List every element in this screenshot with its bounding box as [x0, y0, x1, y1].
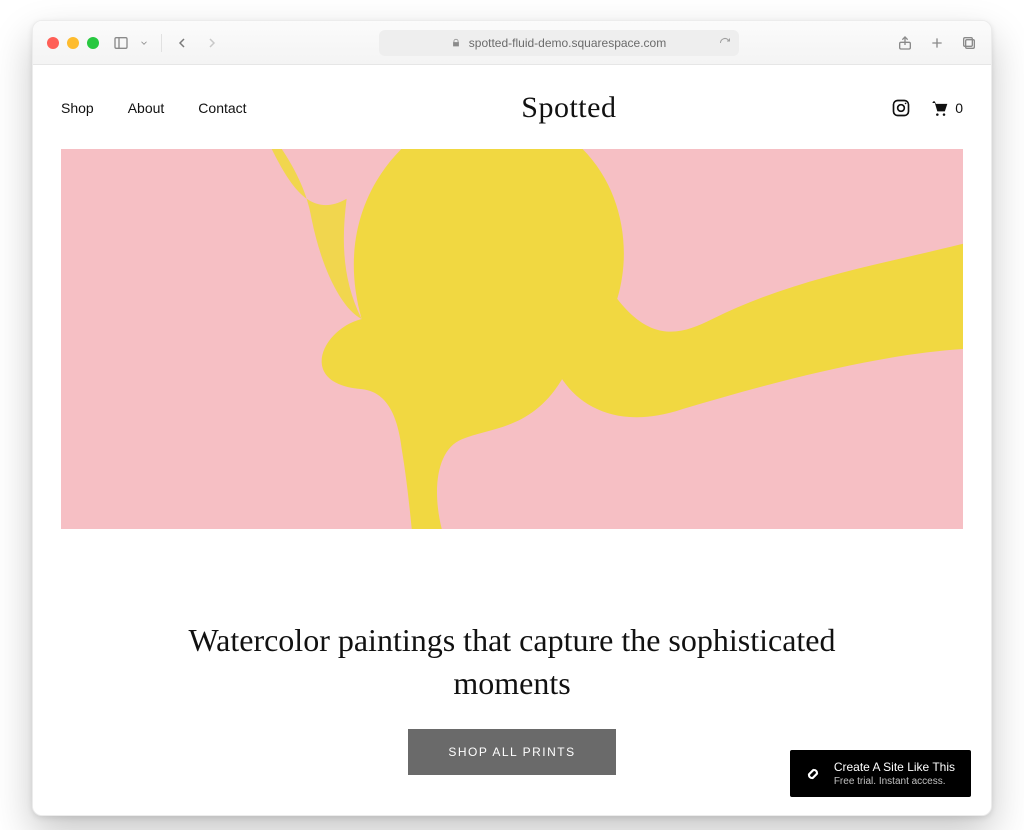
hero-image	[61, 149, 963, 529]
share-icon[interactable]	[897, 35, 913, 51]
toolbar-separator	[161, 34, 162, 52]
hero-artwork	[61, 149, 963, 529]
webpage: Shop About Contact Spotted 0 Watercolor …	[33, 65, 991, 815]
nav-link-shop[interactable]: Shop	[61, 100, 94, 116]
nav-link-about[interactable]: About	[128, 100, 165, 116]
chevron-down-icon[interactable]	[139, 38, 149, 48]
sidebar-icon[interactable]	[113, 35, 129, 51]
site-logo[interactable]: Spotted	[521, 91, 616, 125]
lock-icon	[451, 38, 461, 48]
fullscreen-window-button[interactable]	[87, 37, 99, 49]
site-header: Shop About Contact Spotted 0	[61, 65, 963, 149]
squarespace-logo-icon	[802, 763, 824, 785]
window-controls	[47, 37, 99, 49]
squarespace-promo[interactable]: Create A Site Like This Free trial. Inst…	[790, 750, 971, 797]
primary-nav: Shop About Contact	[61, 100, 247, 116]
shop-all-prints-button[interactable]: SHOP ALL PRINTS	[408, 729, 615, 775]
new-tab-icon[interactable]	[929, 35, 945, 51]
cart-button[interactable]: 0	[929, 98, 963, 118]
tabs-icon[interactable]	[961, 35, 977, 51]
hero-headline: Watercolor paintings that capture the so…	[152, 619, 872, 705]
browser-titlebar: spotted-fluid-demo.squarespace.com	[33, 21, 991, 65]
minimize-window-button[interactable]	[67, 37, 79, 49]
header-actions: 0	[891, 98, 963, 118]
promo-subtitle: Free trial. Instant access.	[834, 776, 955, 787]
address-bar[interactable]: spotted-fluid-demo.squarespace.com	[379, 30, 739, 56]
browser-window: spotted-fluid-demo.squarespace.com Shop …	[32, 20, 992, 816]
close-window-button[interactable]	[47, 37, 59, 49]
cart-count: 0	[955, 100, 963, 116]
back-button[interactable]	[174, 35, 190, 51]
instagram-icon[interactable]	[891, 98, 911, 118]
cart-icon	[929, 98, 949, 118]
promo-title: Create A Site Like This	[834, 760, 955, 774]
reload-icon[interactable]	[719, 37, 731, 49]
nav-link-contact[interactable]: Contact	[198, 100, 246, 116]
address-url: spotted-fluid-demo.squarespace.com	[469, 36, 666, 50]
address-bar-container: spotted-fluid-demo.squarespace.com	[234, 30, 883, 56]
promo-text: Create A Site Like This Free trial. Inst…	[834, 760, 955, 787]
forward-button[interactable]	[204, 35, 220, 51]
